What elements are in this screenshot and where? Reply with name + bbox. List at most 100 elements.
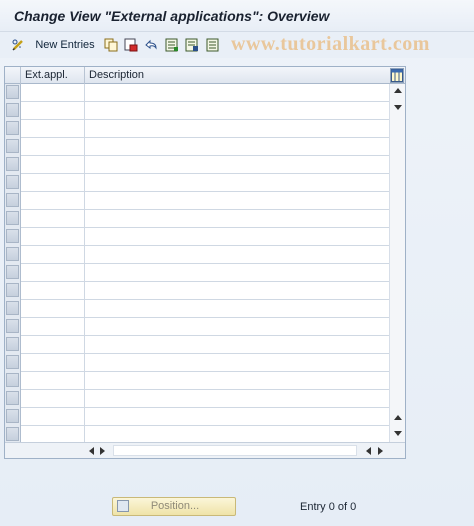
scroll-up-bottom-icon[interactable]: [394, 415, 402, 420]
table-settings-button[interactable]: [390, 68, 404, 83]
column-header-ext-appl[interactable]: Ext.appl.: [21, 67, 85, 84]
cell-ext-appl[interactable]: [21, 408, 85, 425]
row-selector[interactable]: [6, 319, 19, 333]
cell-ext-appl[interactable]: [21, 228, 85, 245]
display-change-button[interactable]: [10, 36, 26, 54]
cell-ext-appl[interactable]: [21, 138, 85, 155]
cell-ext-appl[interactable]: [21, 102, 85, 119]
cell-description[interactable]: [85, 174, 389, 191]
cell-description[interactable]: [85, 228, 389, 245]
row-selector[interactable]: [6, 121, 19, 135]
scroll-down-bottom-icon[interactable]: [394, 431, 402, 436]
cell-ext-appl[interactable]: [21, 282, 85, 299]
scroll-left-icon[interactable]: [89, 447, 94, 455]
cell-description[interactable]: [85, 84, 389, 101]
table-row[interactable]: [21, 120, 389, 138]
table-row[interactable]: [21, 372, 389, 390]
cell-description[interactable]: [85, 192, 389, 209]
cell-ext-appl[interactable]: [21, 246, 85, 263]
row-selector[interactable]: [6, 427, 19, 441]
scroll-left-end-icon[interactable]: [366, 447, 371, 455]
table-row[interactable]: [21, 246, 389, 264]
cell-ext-appl[interactable]: [21, 174, 85, 191]
cell-description[interactable]: [85, 300, 389, 317]
horizontal-scrollbar[interactable]: [5, 442, 405, 458]
table-row[interactable]: [21, 228, 389, 246]
table-row[interactable]: [21, 156, 389, 174]
cell-description[interactable]: [85, 390, 389, 407]
cell-description[interactable]: [85, 318, 389, 335]
cell-description[interactable]: [85, 102, 389, 119]
scroll-right-icon[interactable]: [100, 447, 105, 455]
table-row[interactable]: [21, 174, 389, 192]
row-selector[interactable]: [6, 301, 19, 315]
table-row[interactable]: [21, 390, 389, 408]
row-selector[interactable]: [6, 247, 19, 261]
table-row[interactable]: [21, 84, 389, 102]
delete-button[interactable]: [123, 36, 139, 54]
row-selector[interactable]: [6, 283, 19, 297]
table-row[interactable]: [21, 408, 389, 426]
scroll-down-top-icon[interactable]: [394, 105, 402, 110]
table-row[interactable]: [21, 102, 389, 120]
row-selector[interactable]: [6, 391, 19, 405]
cell-ext-appl[interactable]: [21, 84, 85, 101]
cell-ext-appl[interactable]: [21, 336, 85, 353]
undo-button[interactable]: [143, 36, 159, 54]
cell-description[interactable]: [85, 138, 389, 155]
cell-ext-appl[interactable]: [21, 156, 85, 173]
table-row[interactable]: [21, 264, 389, 282]
cell-description[interactable]: [85, 372, 389, 389]
scroll-right-end-icon[interactable]: [378, 447, 383, 455]
row-selector[interactable]: [6, 355, 19, 369]
cell-ext-appl[interactable]: [21, 390, 85, 407]
table-row[interactable]: [21, 336, 389, 354]
select-all-button[interactable]: [164, 36, 180, 54]
scroll-up-top-icon[interactable]: [394, 88, 402, 93]
table-row[interactable]: [21, 138, 389, 156]
cell-description[interactable]: [85, 210, 389, 227]
row-selector[interactable]: [6, 175, 19, 189]
table-row[interactable]: [21, 354, 389, 372]
row-selector[interactable]: [6, 229, 19, 243]
row-selector[interactable]: [6, 211, 19, 225]
cell-ext-appl[interactable]: [21, 120, 85, 137]
cell-ext-appl[interactable]: [21, 300, 85, 317]
cell-description[interactable]: [85, 120, 389, 137]
row-selector[interactable]: [6, 193, 19, 207]
row-selector[interactable]: [6, 157, 19, 171]
cell-description[interactable]: [85, 408, 389, 425]
row-selector[interactable]: [6, 337, 19, 351]
cell-description[interactable]: [85, 282, 389, 299]
cell-description[interactable]: [85, 246, 389, 263]
table-row[interactable]: [21, 192, 389, 210]
cell-description[interactable]: [85, 264, 389, 281]
copy-button[interactable]: [103, 36, 119, 54]
vertical-scrollbar[interactable]: [389, 84, 405, 442]
table-row[interactable]: [21, 318, 389, 336]
row-selector[interactable]: [6, 373, 19, 387]
table-row[interactable]: [21, 210, 389, 228]
select-all-rows-corner[interactable]: [5, 67, 21, 84]
row-selector[interactable]: [6, 409, 19, 423]
cell-ext-appl[interactable]: [21, 264, 85, 281]
horizontal-scroll-track[interactable]: [113, 445, 357, 456]
row-selector[interactable]: [6, 85, 19, 99]
cell-description[interactable]: [85, 426, 389, 443]
cell-ext-appl[interactable]: [21, 372, 85, 389]
cell-description[interactable]: [85, 336, 389, 353]
table-row[interactable]: [21, 282, 389, 300]
cell-description[interactable]: [85, 156, 389, 173]
deselect-all-button[interactable]: [205, 36, 221, 54]
select-block-button[interactable]: [184, 36, 200, 54]
row-selector[interactable]: [6, 139, 19, 153]
row-selector[interactable]: [6, 103, 19, 117]
position-button[interactable]: Position...: [112, 497, 236, 516]
cell-description[interactable]: [85, 354, 389, 371]
cell-ext-appl[interactable]: [21, 318, 85, 335]
row-selector[interactable]: [6, 265, 19, 279]
cell-ext-appl[interactable]: [21, 192, 85, 209]
cell-ext-appl[interactable]: [21, 426, 85, 443]
cell-ext-appl[interactable]: [21, 210, 85, 227]
cell-ext-appl[interactable]: [21, 354, 85, 371]
